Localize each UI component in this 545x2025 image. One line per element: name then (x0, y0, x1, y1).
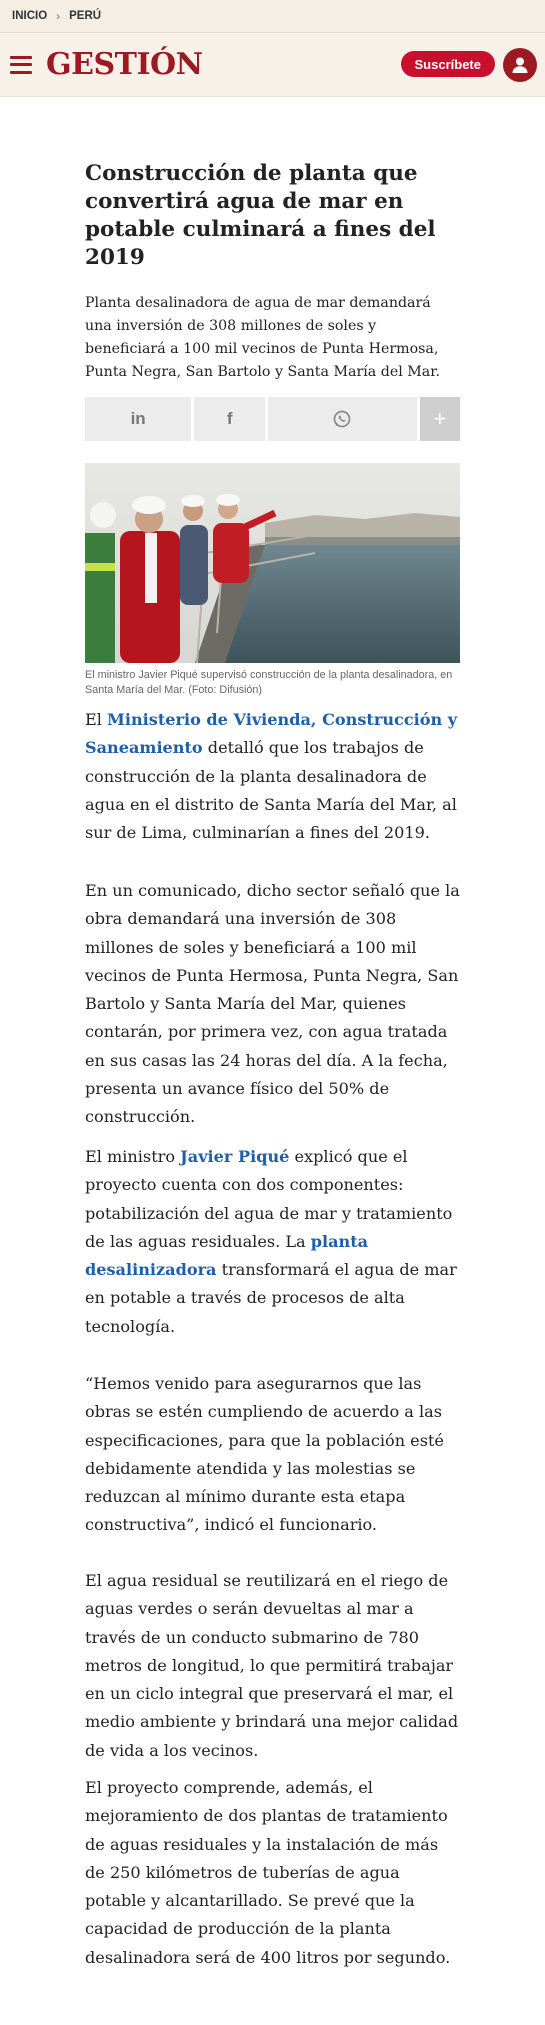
facebook-icon: f (226, 409, 233, 428)
paragraph-text: El ministro (85, 1147, 181, 1166)
article-title: Construcción de planta que convertirá ag… (85, 161, 436, 270)
share-whatsapp-button[interactable] (268, 397, 417, 441)
share-more-button[interactable]: + (419, 397, 461, 441)
article-paragraph: “Hemos venido para asegurarnos que las o… (85, 1374, 444, 1535)
photo-illustration (85, 463, 460, 663)
chevron-right-icon: › (56, 9, 61, 23)
whatsapp-icon (334, 410, 351, 428)
javier-pique-link[interactable]: Javier Piqué (180, 1147, 289, 1166)
share-linkedin-button[interactable]: in (85, 397, 192, 441)
article-paragraph: En un comunicado, dicho sector señaló qu… (85, 881, 460, 1127)
share-bar: in f + (85, 397, 461, 441)
menu-icon[interactable] (10, 55, 32, 74)
breadcrumb-section-link[interactable]: PERÚ (69, 10, 101, 22)
article-paragraph: El Ministerio de Vivienda, Construcción … (85, 706, 460, 847)
article-subtitle: Planta desalinadora de agua de mar deman… (85, 295, 440, 380)
article-paragraph: El ministro Javier Piqué explicó que el … (85, 1143, 460, 1341)
article-photo (85, 463, 460, 663)
article-paragraph: El agua residual se reutilizará en el ri… (85, 1571, 459, 1760)
site-header: GESTIÓN Suscríbete (0, 33, 545, 97)
subscribe-button[interactable]: Suscríbete (400, 51, 495, 77)
share-facebook-button[interactable]: f (194, 397, 266, 441)
linkedin-icon: in (130, 409, 146, 428)
article-paragraph: El proyecto comprende, además, el mejora… (85, 1778, 451, 1967)
user-account-button[interactable] (503, 48, 537, 82)
breadcrumb-home-link[interactable]: INICIO (12, 10, 47, 22)
breadcrumb: INICIO › PERÚ (0, 0, 545, 33)
site-logo[interactable]: GESTIÓN (46, 47, 203, 82)
photo-caption: El ministro Javier Piqué supervisó const… (85, 669, 453, 696)
user-icon (512, 57, 528, 73)
plus-icon: + (433, 406, 447, 431)
paragraph-text: El (85, 710, 108, 729)
